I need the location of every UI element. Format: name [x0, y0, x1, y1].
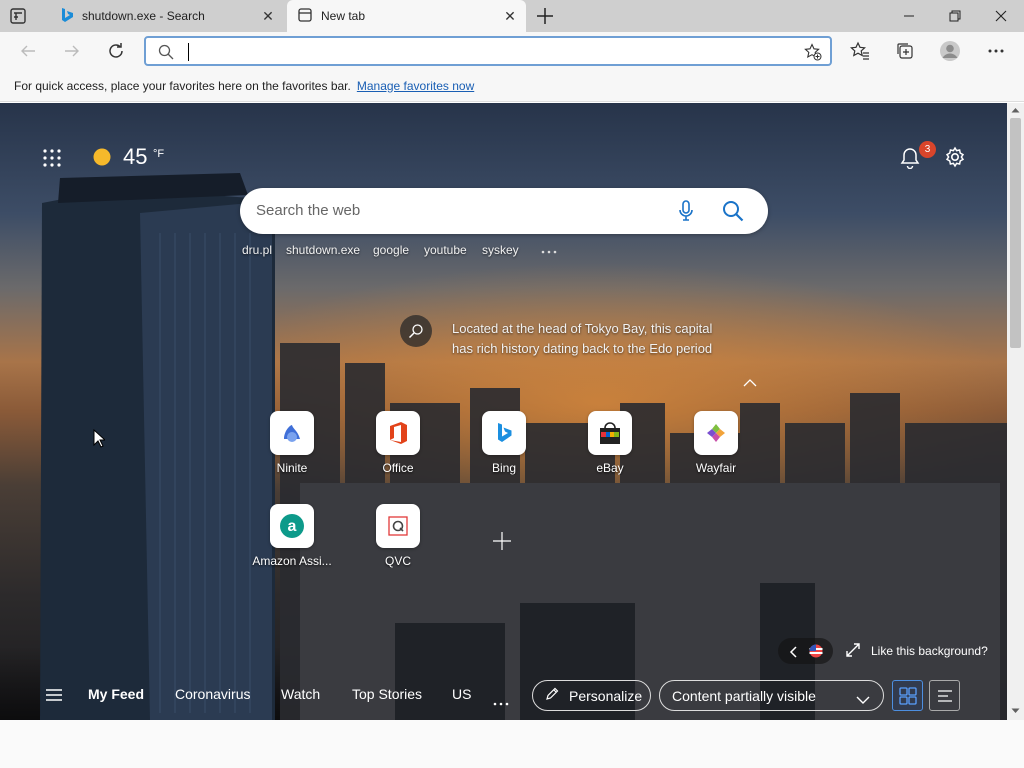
tab-search[interactable]: shutdown.exe - Search ✕: [48, 0, 284, 32]
hamburger-menu-icon[interactable]: [46, 688, 62, 707]
weather-unit: °F: [153, 148, 165, 160]
ninite-icon: [270, 411, 314, 455]
recent-search-item[interactable]: syskey: [482, 243, 519, 257]
personalize-button[interactable]: Personalize: [532, 680, 651, 711]
bing-logo-icon: [482, 411, 526, 455]
recent-search-item[interactable]: dru.pl: [242, 243, 272, 257]
expand-background-icon[interactable]: [846, 643, 860, 662]
scrollbar-thumb[interactable]: [1010, 118, 1021, 348]
feed-tab-us[interactable]: US: [452, 686, 471, 702]
close-tab-icon[interactable]: ✕: [260, 8, 276, 24]
pencil-icon: [545, 687, 559, 704]
feed-tab-my-feed[interactable]: My Feed: [88, 686, 144, 702]
collections-icon[interactable]: [893, 39, 917, 63]
minimize-button[interactable]: [886, 0, 932, 32]
quick-link-label: eBay: [596, 461, 624, 475]
feed-tab-coronavirus[interactable]: Coronavirus: [175, 686, 250, 702]
settings-gear-icon[interactable]: [944, 146, 966, 173]
quick-link-label: QVC: [384, 554, 411, 568]
favorites-bar: For quick access, place your favorites h…: [0, 70, 1024, 102]
quick-link-label: Wayfair: [695, 461, 737, 475]
tab-bar: shutdown.exe - Search ✕ New tab ✕: [0, 0, 1024, 32]
feed-tab-top-stories[interactable]: Top Stories: [352, 686, 422, 702]
office-icon: [376, 411, 420, 455]
grid-layout-button[interactable]: [892, 680, 923, 711]
feed-bar: My Feed Coronavirus Watch Top Stories US…: [0, 670, 1007, 720]
quick-link-label: Ninite: [276, 461, 308, 475]
scroll-up-arrow-icon[interactable]: [1011, 107, 1020, 113]
flag-icon: [809, 644, 823, 663]
quick-link-bing[interactable]: Bing: [460, 411, 548, 475]
quick-link-ninite[interactable]: Ninite: [248, 411, 336, 475]
refresh-icon[interactable]: [104, 39, 128, 63]
quick-link-wayfair[interactable]: Wayfair: [672, 411, 760, 475]
back-icon[interactable]: [16, 39, 40, 63]
quick-link-amazon-assistant[interactable]: a Amazon Assi...: [248, 504, 336, 568]
personalize-label: Personalize: [569, 687, 643, 704]
scroll-down-arrow-icon[interactable]: [1011, 708, 1020, 714]
address-bar[interactable]: [144, 36, 832, 66]
navigation-toolbar: [0, 32, 1024, 70]
quick-link-label: Office: [382, 461, 414, 475]
chevron-down-icon: [856, 692, 870, 708]
profile-avatar[interactable]: [938, 39, 962, 63]
content-visibility-dropdown[interactable]: Content partially visible: [659, 680, 884, 711]
like-background-label[interactable]: Like this background?: [871, 644, 988, 658]
microphone-icon[interactable]: [678, 200, 694, 227]
qvc-icon: [376, 504, 420, 548]
close-window-button[interactable]: [978, 0, 1024, 32]
tab-actions-icon[interactable]: [8, 6, 28, 26]
quick-link-qvc[interactable]: QVC: [354, 504, 442, 568]
image-info-text[interactable]: Located at the head of Tokyo Bay, this c…: [452, 319, 722, 359]
add-favorite-icon[interactable]: [804, 43, 822, 66]
recent-search-item[interactable]: youtube: [424, 243, 467, 257]
collapse-chevron-icon[interactable]: [743, 374, 757, 392]
search-icon: [158, 44, 174, 65]
background-nav: [778, 638, 833, 664]
recent-search-item[interactable]: google: [373, 243, 409, 257]
tab-title: New tab: [321, 9, 366, 23]
more-menu-icon[interactable]: [984, 39, 1008, 63]
favorites-icon[interactable]: [848, 39, 872, 63]
new-tab-page: 45 °F 3 Search the web dru.pl shutdown.e…: [0, 103, 1007, 720]
quick-link-label: Amazon Assi...: [252, 554, 332, 568]
previous-background-icon[interactable]: [789, 645, 797, 663]
notification-count-badge: 3: [919, 141, 936, 158]
address-input[interactable]: [194, 42, 774, 62]
text-cursor: [188, 43, 189, 61]
add-quick-link-icon[interactable]: [492, 531, 512, 556]
feed-tab-watch[interactable]: Watch: [281, 686, 320, 702]
close-tab-icon[interactable]: ✕: [502, 8, 518, 24]
quick-link-office[interactable]: Office: [354, 411, 442, 475]
tab-title: shutdown.exe - Search: [82, 9, 205, 23]
web-search-box[interactable]: Search the web: [240, 188, 768, 234]
image-info-icon[interactable]: [400, 315, 432, 347]
wayfair-icon: [694, 411, 738, 455]
ebay-icon: [588, 411, 632, 455]
weather-temperature[interactable]: 45: [123, 144, 147, 170]
content-visibility-label: Content partially visible: [672, 687, 816, 704]
manage-favorites-link[interactable]: Manage favorites now: [357, 79, 474, 93]
sun-icon[interactable]: [92, 147, 112, 172]
svg-text:a: a: [288, 518, 297, 535]
search-submit-icon[interactable]: [722, 200, 744, 227]
list-layout-button[interactable]: [929, 680, 960, 711]
quick-link-label: Bing: [491, 461, 517, 475]
amazon-assistant-icon: a: [270, 504, 314, 548]
search-placeholder[interactable]: Search the web: [256, 202, 360, 219]
new-tab-button[interactable]: [534, 5, 556, 27]
recent-search-item[interactable]: shutdown.exe: [286, 243, 360, 257]
apps-grid-icon[interactable]: [43, 149, 61, 172]
forward-icon[interactable]: [60, 39, 84, 63]
more-searches-icon[interactable]: [541, 242, 557, 260]
favorites-bar-message: For quick access, place your favorites h…: [14, 78, 351, 93]
new-tab-icon: [297, 7, 313, 26]
more-feed-tabs-icon[interactable]: [493, 694, 509, 712]
mouse-cursor: [93, 428, 107, 453]
bottom-strip: [0, 720, 1024, 768]
quick-link-ebay[interactable]: eBay: [566, 411, 654, 475]
restore-button[interactable]: [932, 0, 978, 32]
bing-icon: [60, 7, 74, 26]
tab-new-tab[interactable]: New tab ✕: [287, 0, 526, 32]
